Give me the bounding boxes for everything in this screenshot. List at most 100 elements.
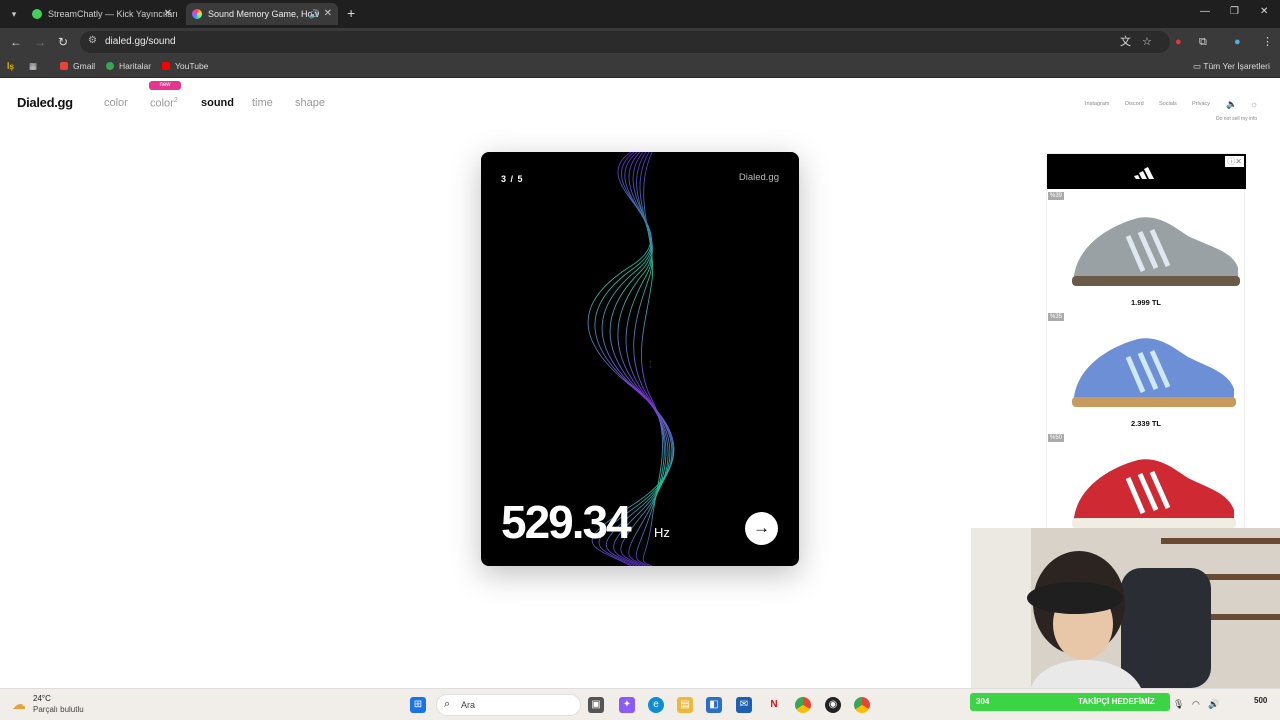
wifi-icon[interactable]: ◠ bbox=[1192, 697, 1200, 711]
gmail-icon bbox=[60, 62, 68, 70]
edge-browser-icon[interactable]: e bbox=[648, 697, 664, 713]
speaker-icon[interactable]: 🔊 bbox=[309, 3, 320, 25]
product-price: 1.999 TL bbox=[1130, 298, 1161, 307]
close-tab-icon[interactable]: ✕ bbox=[164, 3, 172, 25]
volume-tray-icon[interactable]: 🔊 bbox=[1208, 697, 1219, 711]
sneaker-image bbox=[1072, 217, 1240, 286]
do-not-sell-link[interactable]: Do not sell my info bbox=[1216, 116, 1257, 122]
bookmark-youtube[interactable]: YouTube bbox=[162, 61, 208, 71]
bookmark-gmail[interactable]: Gmail bbox=[60, 61, 95, 71]
nav-superscript: 2 bbox=[173, 97, 178, 104]
ad-product[interactable]: %39 1.999 TL bbox=[1048, 192, 1244, 310]
folder-icon: ▭ bbox=[1193, 61, 1204, 71]
bookmarks-bar: İş ▦ Gmail Haritalar YouTube ▭ Tüm Yer İ… bbox=[0, 56, 1280, 78]
microsoft-store-icon[interactable]: ◧ bbox=[706, 697, 722, 713]
bookmark-label: YouTube bbox=[175, 61, 209, 71]
weather-description[interactable]: Parçalı bulutlu bbox=[33, 705, 84, 714]
nav-label: color bbox=[150, 97, 174, 110]
close-window-icon[interactable]: ✕ bbox=[1260, 6, 1268, 17]
bookmark-label: Gmail bbox=[73, 61, 96, 71]
new-badge: new bbox=[149, 81, 181, 90]
sneaker-image bbox=[1072, 338, 1236, 407]
follower-count: 304 bbox=[976, 697, 990, 706]
extensions-puzzle-icon[interactable]: ⧉ bbox=[1199, 35, 1207, 49]
resize-cursor-icon: ↕ bbox=[647, 355, 654, 371]
url-text[interactable]: dialed.gg/sound bbox=[105, 36, 176, 47]
round-counter: 3 / 5 bbox=[501, 174, 524, 184]
ad-header: ⓘ✕ bbox=[1047, 154, 1246, 189]
more-menu-icon[interactable]: ⋮ bbox=[1262, 35, 1273, 49]
restore-icon[interactable]: ❐ bbox=[1230, 6, 1239, 17]
sneaker-image bbox=[1072, 459, 1236, 528]
weather-cloud-sun-icon[interactable]: ☁ bbox=[12, 696, 26, 713]
tab-streamchatly[interactable]: StreamChatly — Kick Yayıncıları ✕ bbox=[26, 3, 178, 25]
adidas-logo-icon bbox=[1134, 167, 1154, 179]
toolbar: ← → ↻ ⚙ dialed.gg/sound 文 ☆ ● ⧉ ● ⋮ bbox=[0, 28, 1280, 56]
search-icon: ⌕ bbox=[444, 698, 451, 710]
product-price: 2.339 TL bbox=[1130, 419, 1161, 428]
weather-temperature[interactable]: 24°C bbox=[33, 694, 51, 703]
follower-goal-bar: 304 TAKİPÇİ HEDEFİMİZ bbox=[970, 693, 1170, 711]
youtube-icon bbox=[162, 62, 170, 70]
next-arrow-button[interactable]: → bbox=[745, 512, 778, 545]
netflix-icon[interactable]: N bbox=[766, 697, 782, 713]
maps-pin-icon bbox=[106, 62, 114, 70]
site-info-icon[interactable]: ⚙ bbox=[88, 35, 97, 46]
arrow-right-icon: → bbox=[753, 518, 770, 537]
mail-app-icon[interactable]: ✉ bbox=[736, 697, 752, 713]
address-bar[interactable]: ⚙ dialed.gg/sound bbox=[80, 31, 1170, 53]
tab-title: Sound Memory Game, How bbox=[208, 9, 320, 19]
os-taskbar: ☁ 24°C Parçalı bulutlu ⊞ ⌕ Ara ▣ ✦ e ▤ ◧… bbox=[0, 688, 1280, 720]
task-view-icon[interactable]: ▣ bbox=[588, 697, 604, 713]
site-logo[interactable]: Dialed.gg bbox=[17, 95, 73, 110]
is-bookmark-icon[interactable]: İş bbox=[7, 61, 14, 71]
translate-icon[interactable]: 文 bbox=[1120, 35, 1131, 49]
link-instagram[interactable]: Instagram bbox=[1085, 101, 1109, 107]
chrome-active-icon[interactable] bbox=[854, 697, 870, 713]
reload-icon[interactable]: ↻ bbox=[58, 35, 68, 49]
link-privacy[interactable]: Privacy bbox=[1192, 101, 1210, 107]
streamchatly-favicon-icon bbox=[32, 9, 42, 19]
nav-color[interactable]: color bbox=[104, 97, 128, 109]
extension-icon[interactable]: ● bbox=[1175, 35, 1182, 49]
close-tab-icon[interactable]: ✕ bbox=[324, 3, 332, 25]
bookmark-label: Haritalar bbox=[119, 61, 152, 71]
nav-sound[interactable]: sound bbox=[201, 97, 234, 109]
file-explorer-icon[interactable]: ▤ bbox=[677, 697, 693, 713]
search-placeholder: Ara bbox=[461, 700, 476, 710]
link-socials[interactable]: Socials bbox=[1159, 101, 1177, 107]
microphone-icon[interactable]: 🎙 bbox=[1173, 697, 1184, 711]
follower-goal-label: TAKİPÇİ HEDEFİMİZ bbox=[1078, 697, 1155, 706]
new-tab-plus-icon[interactable]: + bbox=[347, 5, 355, 21]
obs-icon[interactable]: ◉ bbox=[825, 697, 841, 713]
profile-avatar-icon[interactable]: ● bbox=[1234, 35, 1241, 49]
minimize-icon[interactable]: — bbox=[1200, 6, 1210, 17]
page-content: Dialed.gg color new color2 sound time sh… bbox=[0, 80, 1280, 688]
bookmark-maps[interactable]: Haritalar bbox=[106, 61, 151, 71]
forward-arrow-icon[interactable]: → bbox=[34, 35, 46, 49]
ad-product[interactable]: %35 2.339 TL bbox=[1048, 313, 1244, 431]
ad-close-icon[interactable]: ⓘ✕ bbox=[1225, 156, 1244, 167]
advertisement[interactable]: ⓘ✕ %39 1.999 TL %35 2.339 TL %50 bbox=[1046, 153, 1246, 533]
bookmark-star-icon[interactable]: ☆ bbox=[1142, 35, 1152, 49]
all-bookmarks[interactable]: ▭ Tüm Yer İşaretleri bbox=[1193, 61, 1270, 72]
tab-sound-memory-game[interactable]: Sound Memory Game, How 🔊 ✕ bbox=[186, 3, 338, 25]
tab-strip: ▾ StreamChatly — Kick Yayıncıları ✕ Soun… bbox=[0, 0, 1280, 28]
webcam-feed-image bbox=[971, 528, 1280, 688]
apps-grid-icon[interactable]: ▦ bbox=[29, 61, 37, 72]
volume-icon[interactable]: 🔈 bbox=[1226, 99, 1237, 110]
taskbar-search[interactable]: ⌕ Ara bbox=[436, 694, 581, 716]
link-discord[interactable]: Discord bbox=[1125, 101, 1144, 107]
webcam-overlay bbox=[971, 528, 1280, 688]
frequency-unit: Hz bbox=[654, 525, 670, 540]
nav-time[interactable]: time bbox=[252, 97, 273, 109]
nav-shape[interactable]: shape bbox=[295, 97, 325, 109]
back-arrow-icon[interactable]: ← bbox=[10, 35, 22, 49]
theme-sun-icon[interactable]: ☼ bbox=[1250, 99, 1258, 109]
windows-start-icon[interactable]: ⊞ bbox=[410, 697, 426, 713]
chrome-icon[interactable] bbox=[795, 697, 811, 713]
tab-search-chevron-icon[interactable]: ▾ bbox=[6, 6, 22, 22]
nav-color2[interactable]: color2 bbox=[150, 97, 178, 110]
sound-game-card[interactable]: 3 / 5 Dialed.gg 529.34 Hz → bbox=[481, 152, 799, 566]
copilot-icon[interactable]: ✦ bbox=[619, 697, 635, 713]
